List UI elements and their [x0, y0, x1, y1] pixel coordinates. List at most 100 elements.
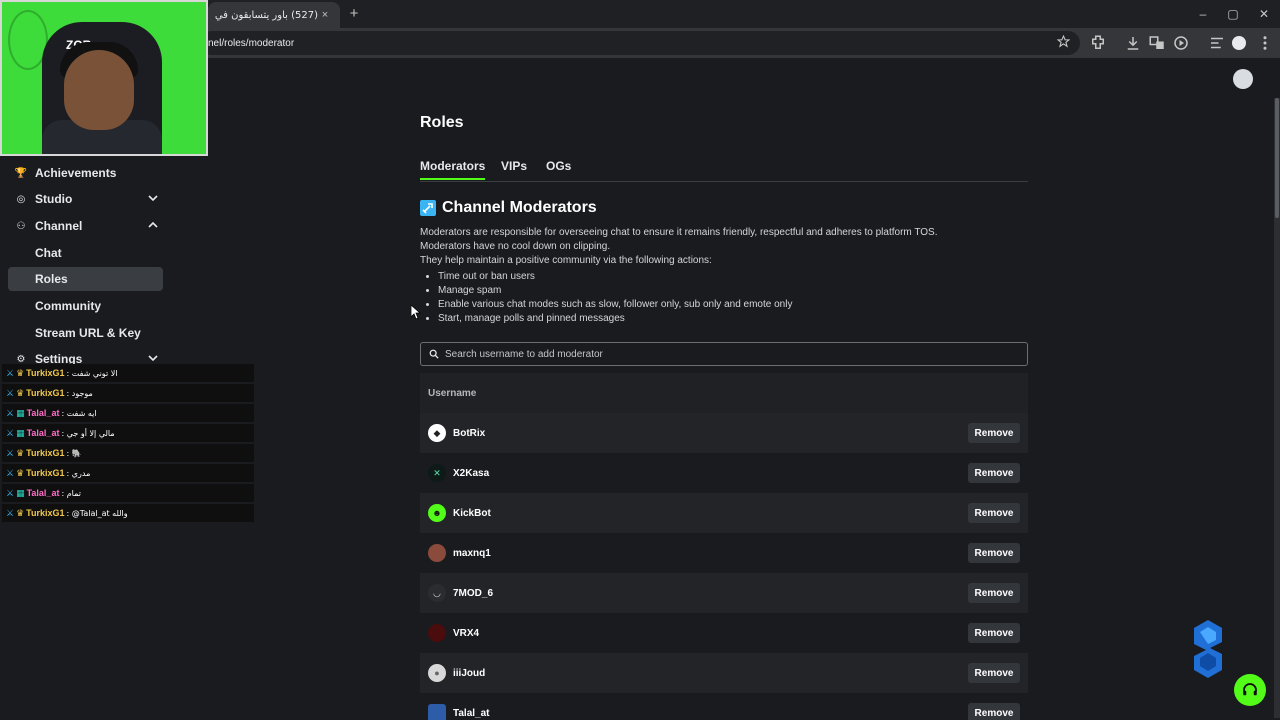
browser-tab[interactable]: (527) باور يتسابقون في دول أورو ×: [208, 2, 340, 28]
chat-message: ⚔ ▦ Talal_at : ايه شفت: [2, 404, 254, 422]
description-line: They help maintain a positive community …: [420, 255, 712, 266]
crown-icon: ♛: [16, 467, 25, 478]
user-avatar[interactable]: [1233, 69, 1253, 89]
moderator-sword-icon: ⚔: [6, 387, 15, 398]
sidebar-item-label: Studio: [35, 192, 73, 206]
role-tabs: Moderators VIPs OGs: [420, 156, 1028, 182]
browser-profile-icon[interactable]: [1232, 36, 1246, 50]
remove-button[interactable]: Remove: [968, 623, 1020, 643]
moderator-username: BotRix: [453, 427, 486, 439]
search-icon: [429, 349, 439, 359]
url-text: nel/roles/moderator: [208, 37, 295, 49]
chevron-down-icon: [148, 355, 158, 362]
chat-username: TurkixG1: [26, 368, 65, 378]
remove-button[interactable]: Remove: [968, 663, 1020, 683]
sidebar-item-studio[interactable]: ◎ Studio: [8, 187, 163, 211]
moderator-sword-icon: ⚔: [6, 487, 15, 498]
chat-text: : موجود: [66, 388, 93, 398]
moderator-sword-icon: ⚔: [6, 467, 15, 478]
grid-badge-icon: ▦: [16, 407, 25, 418]
kickbot-avatar-icon: ☻: [428, 504, 446, 522]
table-row: ✕ X2Kasa Remove: [420, 453, 1028, 493]
moderator-actions-list: Time out or ban users Manage spam Enable…: [438, 270, 792, 326]
address-bar[interactable]: nel/roles/moderator: [200, 31, 1080, 55]
sidebar-item-stream-url-key[interactable]: Stream URL & Key: [8, 321, 163, 345]
table-row: ● iiiJoud Remove: [420, 653, 1028, 693]
tab-close-icon[interactable]: ×: [318, 9, 332, 21]
chat-username: TurkixG1: [26, 508, 65, 518]
streamer-face: [64, 50, 134, 130]
chevron-up-icon: [148, 221, 158, 228]
tab-ogs[interactable]: OGs: [546, 159, 571, 173]
sidebar-item-chat[interactable]: Chat: [8, 241, 163, 265]
search-box: [420, 342, 1028, 366]
page-title: Roles: [420, 114, 464, 131]
table-row: ☻ KickBot Remove: [420, 493, 1028, 533]
sidebar-item-roles[interactable]: Roles: [8, 267, 163, 291]
crown-icon: ♛: [16, 367, 25, 378]
minimize-icon[interactable]: –: [1188, 0, 1218, 28]
description-line: Moderators are responsible for overseein…: [420, 227, 938, 238]
moderator-sword-icon: ⚔: [6, 407, 15, 418]
bookmark-star-icon[interactable]: [1057, 35, 1070, 48]
chat-message: ⚔ ♛ TurkixG1 : 🐘: [2, 444, 254, 462]
table-row: ◆ BotRix Remove: [420, 413, 1028, 453]
sidebar-item-label: Channel: [35, 219, 83, 233]
chat-username: TurkixG1: [26, 448, 65, 458]
moderator-sword-icon: [420, 200, 436, 216]
chat-message: ⚔ ♛ TurkixG1 : مدري: [2, 464, 254, 482]
chat-text: : @Talal_at والله: [66, 508, 128, 518]
browser-menu-icon[interactable]: [1256, 34, 1274, 52]
remove-button[interactable]: Remove: [968, 543, 1020, 563]
chat-username: TurkixG1: [26, 388, 65, 398]
moderator-username: KickBot: [453, 507, 491, 519]
extensions-icon[interactable]: [1089, 34, 1107, 52]
mouse-cursor-icon: [411, 305, 421, 319]
headset-icon: [1243, 683, 1257, 696]
list-item: Start, manage polls and pinned messages: [438, 312, 792, 326]
help-button[interactable]: [1234, 674, 1266, 706]
search-input[interactable]: [445, 348, 1005, 360]
column-header-username: Username: [428, 387, 477, 399]
sidebar-item-community[interactable]: Community: [8, 294, 163, 318]
gear-icon: ⚙: [16, 353, 26, 365]
moderator-username: X2Kasa: [453, 467, 490, 479]
reading-list-icon[interactable]: [1208, 34, 1226, 52]
wings-avatar-icon: ◡: [428, 584, 446, 602]
list-item: Manage spam: [438, 284, 792, 298]
tab-vips[interactable]: VIPs: [501, 159, 527, 173]
tab-moderators[interactable]: Moderators: [420, 159, 486, 180]
close-window-icon[interactable]: ✕: [1249, 0, 1279, 28]
botrix-avatar-icon: ◆: [428, 424, 446, 442]
sidebar-item-channel[interactable]: ⚇ Channel: [8, 214, 163, 238]
media-icon[interactable]: [1172, 34, 1190, 52]
chat-username: Talal_at: [26, 488, 60, 498]
remove-button[interactable]: Remove: [968, 583, 1020, 603]
download-icon[interactable]: [1124, 34, 1142, 52]
chat-message: ⚔ ♛ TurkixG1 : موجود: [2, 384, 254, 402]
chat-text: : 🐘: [66, 448, 82, 458]
moderator-username: iiiJoud: [453, 667, 486, 679]
default-avatar-icon: ●: [428, 664, 446, 682]
maximize-icon[interactable]: ▢: [1218, 0, 1248, 28]
chat-message: ⚔ ♛ TurkixG1 : الا توني شفت: [2, 364, 254, 382]
list-item: Time out or ban users: [438, 270, 792, 284]
chat-message: ⚔ ▦ Talal_at : مالي إلا أو جي: [2, 424, 254, 442]
chat-overlay: ⚔ ♛ TurkixG1 : الا توني شفت ⚔ ♛ TurkixG1…: [0, 364, 254, 522]
list-item: Enable various chat modes such as slow, …: [438, 298, 792, 312]
trophy-icon: 🏆: [14, 167, 28, 179]
table-row: Talal_at Remove: [420, 693, 1028, 720]
remove-button[interactable]: Remove: [968, 463, 1020, 483]
scrollbar-thumb[interactable]: [1275, 98, 1279, 218]
brand-logo-icon: [1194, 620, 1222, 678]
chat-message: ⚔ ▦ Talal_at : تمام: [2, 484, 254, 502]
translate-icon[interactable]: [1148, 34, 1166, 52]
chat-username: Talal_at: [26, 408, 60, 418]
remove-button[interactable]: Remove: [968, 423, 1020, 443]
new-tab-button[interactable]: +: [346, 6, 362, 22]
moderator-sword-icon: ⚔: [6, 507, 15, 518]
sidebar-item-achievements[interactable]: 🏆 Achievements: [8, 161, 163, 185]
remove-button[interactable]: Remove: [968, 703, 1020, 720]
remove-button[interactable]: Remove: [968, 503, 1020, 523]
moderator-sword-icon: ⚔: [6, 427, 15, 438]
